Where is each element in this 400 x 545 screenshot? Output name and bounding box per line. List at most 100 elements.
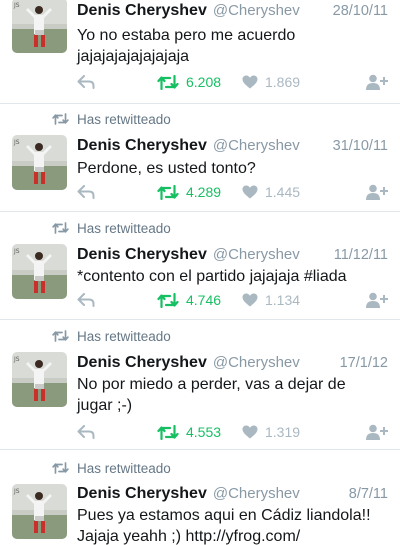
heart-icon (242, 185, 258, 199)
retweet-icon (52, 330, 69, 342)
retweet-icon (157, 74, 179, 90)
reply-button[interactable] (77, 422, 95, 442)
tweet-actions: 4.746 1.134 (77, 290, 388, 310)
svg-text:JS: JS (13, 356, 20, 363)
author-name[interactable]: Denis Cheryshev (77, 2, 207, 20)
avatar[interactable]: JS (12, 484, 67, 539)
tweet-text: No por miedo a perder, vas a dejar de ju… (77, 374, 388, 416)
tweet[interactable]: JS Denis Cheryshev @Cheryshev 28/10/11 Y… (0, 0, 400, 104)
add-user-icon (366, 424, 388, 440)
reply-button[interactable] (77, 72, 95, 92)
tweet-header: Denis Cheryshev @Cheryshev 11/12/11 (77, 246, 388, 266)
tweet-text-line: Pues ya estamos aqui en Cádiz liandola!! (77, 507, 371, 524)
tweet-text: *contento con el partido jajajaja #liada (77, 266, 388, 287)
retweet-count: 4.746 (186, 292, 222, 308)
tweet-date[interactable]: 28/10/11 (333, 3, 388, 19)
tweet-text-line: jugar ;-) (77, 397, 133, 414)
like-count: 1.319 (265, 424, 301, 440)
follow-button[interactable] (366, 72, 388, 92)
retweet-context-label: Has retwitteado (77, 111, 171, 127)
like-button[interactable]: 1.319 (242, 422, 300, 442)
tweet-actions: 4.553 1.319 (77, 422, 388, 442)
author-handle[interactable]: @Cheryshev (213, 354, 300, 371)
like-button[interactable]: 1.445 (242, 182, 300, 202)
retweet-button[interactable]: 4.746 (157, 290, 221, 310)
tweet-date[interactable]: 17/1/12 (340, 355, 388, 371)
heart-icon (242, 75, 258, 89)
tweet-text-line: Perdone, es usted tonto? (77, 160, 256, 177)
avatar[interactable]: JS (12, 135, 67, 190)
retweet-icon (52, 462, 69, 474)
tweet-header: Denis Cheryshev @Cheryshev 28/10/11 (77, 2, 388, 22)
reply-icon (77, 185, 95, 199)
retweet-button[interactable]: 4.553 (157, 422, 221, 442)
retweet-context-label: Has retwitteado (77, 220, 171, 236)
follow-button[interactable] (366, 182, 388, 202)
retweet-context: Has retwitteado (52, 460, 171, 476)
tweet-date[interactable]: 8/7/11 (349, 486, 388, 502)
tweet-text-line: No por miedo a perder, vas a dejar de (77, 376, 346, 393)
add-user-icon (366, 74, 388, 90)
retweet-icon (52, 222, 69, 234)
retweet-button[interactable]: 6.208 (157, 72, 221, 92)
tweet-text: Pues ya estamos aqui en Cádiz liandola!!… (77, 505, 388, 545)
retweet-context: Has retwitteado (52, 328, 171, 344)
author-name[interactable]: Denis Cheryshev (77, 137, 207, 155)
tweet-text: Perdone, es usted tonto? (77, 158, 388, 179)
heart-icon (242, 425, 258, 439)
svg-text:JS: JS (13, 139, 20, 146)
follow-button[interactable] (366, 290, 388, 310)
retweet-count: 4.553 (186, 424, 222, 440)
tweet-actions: 4.289 1.445 (77, 182, 388, 202)
retweet-icon (52, 113, 69, 125)
author-handle[interactable]: @Cheryshev (213, 2, 300, 19)
like-count: 1.134 (265, 292, 301, 308)
tweet[interactable]: Has retwitteado JS Denis Cheryshev @Cher… (0, 450, 400, 545)
reply-icon (77, 75, 95, 89)
tweet-header: Denis Cheryshev @Cheryshev 8/7/11 (77, 485, 388, 505)
follow-button[interactable] (366, 422, 388, 442)
tweet-date[interactable]: 31/10/11 (333, 138, 388, 154)
add-user-icon (366, 184, 388, 200)
retweet-context: Has retwitteado (52, 220, 171, 236)
retweet-icon (157, 292, 179, 308)
retweet-icon (157, 424, 179, 440)
reply-icon (77, 425, 95, 439)
avatar[interactable]: JS (12, 0, 67, 53)
svg-text:JS: JS (13, 248, 20, 255)
tweet-text-line: *contento con el partido jajajaja #liada (77, 268, 347, 285)
tweet-text-line[interactable]: Jajaja yeahh ;) http://yfrog.com/ (77, 526, 388, 545)
reply-icon (77, 293, 95, 307)
retweet-button[interactable]: 4.289 (157, 182, 221, 202)
tweet[interactable]: Has retwitteado JS Denis Cheryshev @Cher… (0, 212, 400, 320)
avatar[interactable]: JS (12, 352, 67, 407)
retweet-context-label: Has retwitteado (77, 328, 171, 344)
author-name[interactable]: Denis Cheryshev (77, 485, 207, 503)
like-count: 1.869 (265, 74, 301, 90)
tweet-text: Yo no estaba pero me acuerdo jajajajajaj… (77, 25, 388, 67)
reply-button[interactable] (77, 182, 95, 202)
tweet-header: Denis Cheryshev @Cheryshev 17/1/12 (77, 354, 388, 374)
add-user-icon (366, 292, 388, 308)
tweet-actions: 6.208 1.869 (77, 72, 388, 92)
heart-icon (242, 293, 258, 307)
author-handle[interactable]: @Cheryshev (213, 246, 300, 263)
author-name[interactable]: Denis Cheryshev (77, 354, 207, 372)
svg-text:JS: JS (13, 2, 20, 9)
author-handle[interactable]: @Cheryshev (213, 485, 300, 502)
author-name[interactable]: Denis Cheryshev (77, 246, 207, 264)
reply-button[interactable] (77, 290, 95, 310)
tweet[interactable]: Has retwitteado JS Denis Cheryshev @Cher… (0, 104, 400, 212)
tweet-text-line: jajajajajajajajaja (77, 48, 190, 65)
like-button[interactable]: 1.869 (242, 72, 300, 92)
retweet-context-label: Has retwitteado (77, 460, 171, 476)
like-count: 1.445 (265, 184, 301, 200)
author-handle[interactable]: @Cheryshev (213, 137, 300, 154)
tweet-text-line: Yo no estaba pero me acuerdo (77, 27, 296, 44)
tweet-date[interactable]: 11/12/11 (334, 247, 388, 263)
retweet-context: Has retwitteado (52, 111, 171, 127)
like-button[interactable]: 1.134 (242, 290, 300, 310)
avatar[interactable]: JS (12, 244, 67, 299)
tweet[interactable]: Has retwitteado JS Denis Cheryshev @Cher… (0, 320, 400, 450)
retweet-icon (157, 184, 179, 200)
